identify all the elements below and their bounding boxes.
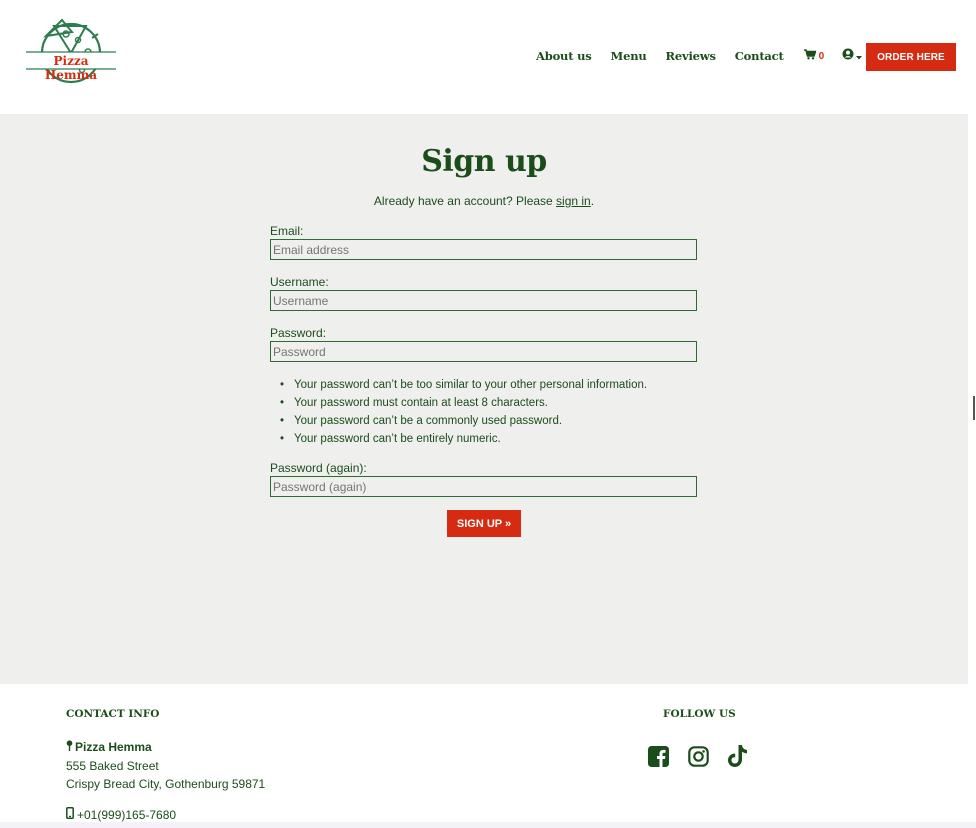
main-nav: About us Menu Reviews Contact 0 [536,47,863,65]
username-group: Username: [270,275,697,311]
business-name-text: Pizza Hemma [75,740,152,754]
password-rule: Your password can’t be a commonly used p… [280,412,647,430]
nav-reviews[interactable]: Reviews [666,49,716,63]
caret-down-icon [856,47,863,65]
password-label: Password: [270,326,327,340]
password-group: Password: [270,326,697,362]
social-links [647,744,767,768]
username-label: Username: [270,275,329,289]
footer-bottom-strip [0,822,976,828]
signin-prompt-suffix: . [590,194,595,208]
order-here-button[interactable]: ORDER HERE [866,43,956,71]
page-title: Sign up [421,144,547,179]
address-line-2: Crispy Bread City, Gothenburg 59871 [66,777,266,791]
nav-contact[interactable]: Contact [735,49,784,63]
contact-info-heading: CONTACT INFO [66,708,160,720]
logo-text: Pizza Hemma [44,54,98,82]
cart-count: 0 [818,50,825,62]
sign-up-button[interactable]: SIGN UP » [447,510,521,537]
scrollbar-thumb[interactable] [973,396,975,420]
email-label: Email: [270,224,304,238]
user-circle-icon [842,47,854,65]
mobile-phone-icon [66,807,74,822]
password-again-label: Password (again): [270,461,367,475]
email-group: Email: [270,224,697,260]
phone-number: +01(999)165-7680 [66,807,176,822]
phone-text: +01(999)165-7680 [77,807,177,822]
business-name: Pizza Hemma [66,740,152,754]
instagram-icon[interactable] [687,744,709,768]
facebook-icon[interactable] [647,744,669,768]
cart-icon [803,47,817,65]
pizza-hemma-logo[interactable]: Pizza Hemma [26,16,116,88]
password-rule: Your password can’t be entirely numeric. [280,430,647,448]
signin-prompt-text: Already have an account? Please [373,194,557,208]
nav-about-us[interactable]: About us [536,49,592,63]
signup-section: Sign up Already have an account? Please … [0,114,968,684]
map-pin-icon [66,740,73,754]
password-again-field[interactable] [270,476,697,497]
password-rule: Your password must contain at least 8 ch… [280,394,647,412]
username-field[interactable] [270,290,697,311]
password-again-group: Password (again): [270,461,697,497]
site-footer: CONTACT INFO Pizza Hemma 555 Baked Stree… [0,684,968,822]
password-field[interactable] [270,341,697,362]
password-rule: Your password can’t be too similar to yo… [280,376,647,394]
cart-link[interactable]: 0 [803,47,825,65]
email-field[interactable] [270,239,697,260]
tiktok-icon[interactable] [727,744,749,768]
nav-menu[interactable]: Menu [611,49,647,63]
password-rules: Your password can’t be too similar to yo… [280,376,647,448]
site-header: Pizza Hemma About us Menu Reviews Contac… [0,0,968,114]
signin-prompt: Already have an account? Please sign in. [0,194,968,208]
follow-us-heading: FOLLOW US [663,708,736,720]
address-line-1: 555 Baked Street [66,759,159,773]
signin-link[interactable]: sign in [556,194,591,208]
account-dropdown[interactable] [842,47,863,65]
